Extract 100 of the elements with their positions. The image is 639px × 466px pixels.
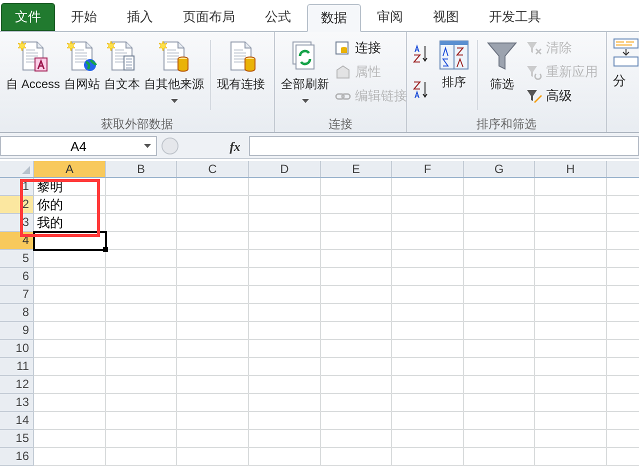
table-cell[interactable] <box>249 214 321 232</box>
table-cell[interactable] <box>392 196 464 214</box>
table-cell[interactable] <box>464 178 535 196</box>
table-cell[interactable] <box>177 196 249 214</box>
table-cell[interactable] <box>106 394 177 412</box>
row-header[interactable]: 13 <box>0 394 34 412</box>
table-cell[interactable] <box>34 340 106 358</box>
table-cell[interactable] <box>177 268 249 286</box>
ribbon-tab[interactable]: 审阅 <box>363 2 417 31</box>
table-cell[interactable] <box>106 304 177 322</box>
ribbon-button[interactable]: 分 <box>613 74 639 87</box>
insert-function-button[interactable]: fx <box>225 136 245 156</box>
ribbon-button[interactable]: 自文本 <box>102 36 142 118</box>
table-cell[interactable] <box>34 430 106 448</box>
row-header[interactable]: 6 <box>0 268 34 286</box>
table-cell[interactable] <box>392 358 464 376</box>
ribbon-button[interactable]: 筛选 <box>482 36 522 118</box>
table-cell[interactable] <box>321 430 392 448</box>
column-header[interactable]: E <box>321 160 392 177</box>
table-cell[interactable] <box>34 304 106 322</box>
table-cell[interactable]: 你的 <box>34 196 106 214</box>
table-cell[interactable] <box>464 430 535 448</box>
table-cell[interactable] <box>177 394 249 412</box>
table-cell[interactable] <box>106 196 177 214</box>
row-header[interactable]: 12 <box>0 376 34 394</box>
table-cell[interactable] <box>106 358 177 376</box>
table-cell[interactable] <box>106 214 177 232</box>
column-header[interactable]: H <box>535 160 607 177</box>
ribbon-button[interactable]: 全部刷新 <box>279 36 332 118</box>
table-cell[interactable] <box>392 412 464 430</box>
ribbon-small-button[interactable]: 连接 <box>335 36 408 60</box>
table-cell[interactable] <box>249 250 321 268</box>
table-cell[interactable] <box>392 178 464 196</box>
table-cell[interactable] <box>177 232 249 250</box>
row-header[interactable]: 11 <box>0 358 34 376</box>
ribbon-button[interactable]: 自网站 <box>62 36 102 118</box>
row-header[interactable]: 10 <box>0 340 34 358</box>
table-cell[interactable] <box>535 322 607 340</box>
table-cell[interactable] <box>464 340 535 358</box>
table-cell[interactable] <box>321 250 392 268</box>
table-cell[interactable] <box>321 322 392 340</box>
table-cell[interactable] <box>321 376 392 394</box>
table-cell[interactable] <box>34 358 106 376</box>
table-cell[interactable] <box>106 232 177 250</box>
table-cell[interactable] <box>106 376 177 394</box>
ribbon-tab[interactable]: 公式 <box>251 2 305 31</box>
table-cell[interactable] <box>106 412 177 430</box>
table-cell[interactable] <box>392 214 464 232</box>
table-cell[interactable] <box>34 250 106 268</box>
table-cell[interactable] <box>464 412 535 430</box>
table-cell[interactable] <box>535 448 607 466</box>
ribbon-tab[interactable]: 数据 <box>307 4 361 32</box>
table-cell[interactable] <box>535 412 607 430</box>
table-cell[interactable] <box>535 286 607 304</box>
table-cell[interactable] <box>464 232 535 250</box>
table-cell[interactable] <box>535 430 607 448</box>
table-cell[interactable] <box>392 304 464 322</box>
table-cell[interactable] <box>177 430 249 448</box>
table-cell[interactable] <box>535 232 607 250</box>
table-cell[interactable] <box>464 394 535 412</box>
table-cell[interactable] <box>392 286 464 304</box>
table-cell[interactable] <box>177 358 249 376</box>
table-cell[interactable] <box>392 376 464 394</box>
table-cell[interactable] <box>106 448 177 466</box>
row-header[interactable]: 16 <box>0 448 34 466</box>
table-cell[interactable] <box>464 196 535 214</box>
table-cell[interactable] <box>464 268 535 286</box>
table-cell[interactable] <box>34 376 106 394</box>
column-header[interactable]: F <box>392 160 464 177</box>
table-cell[interactable] <box>535 196 607 214</box>
table-cell[interactable] <box>177 178 249 196</box>
row-header[interactable]: 8 <box>0 304 34 322</box>
table-cell[interactable] <box>535 268 607 286</box>
table-cell[interactable] <box>177 250 249 268</box>
table-cell[interactable] <box>249 358 321 376</box>
table-cell[interactable] <box>106 250 177 268</box>
row-header[interactable]: 9 <box>0 322 34 340</box>
table-cell[interactable] <box>321 448 392 466</box>
table-cell[interactable] <box>249 178 321 196</box>
ribbon-tab[interactable]: 视图 <box>419 2 473 31</box>
row-header[interactable]: 5 <box>0 250 34 268</box>
table-cell[interactable] <box>249 448 321 466</box>
table-cell[interactable] <box>34 322 106 340</box>
column-header[interactable]: D <box>249 160 321 177</box>
row-header[interactable]: 15 <box>0 430 34 448</box>
name-box[interactable]: A4 <box>0 136 157 156</box>
table-cell[interactable] <box>321 358 392 376</box>
table-cell[interactable] <box>535 376 607 394</box>
row-header[interactable]: 7 <box>0 286 34 304</box>
table-cell[interactable] <box>535 394 607 412</box>
table-cell[interactable] <box>535 340 607 358</box>
table-cell[interactable] <box>106 268 177 286</box>
table-cell[interactable] <box>392 448 464 466</box>
table-cell[interactable] <box>177 286 249 304</box>
table-cell[interactable] <box>34 448 106 466</box>
table-cell[interactable] <box>464 304 535 322</box>
column-header[interactable]: G <box>464 160 535 177</box>
table-cell[interactable] <box>464 358 535 376</box>
table-cell[interactable] <box>177 322 249 340</box>
table-cell[interactable] <box>249 394 321 412</box>
